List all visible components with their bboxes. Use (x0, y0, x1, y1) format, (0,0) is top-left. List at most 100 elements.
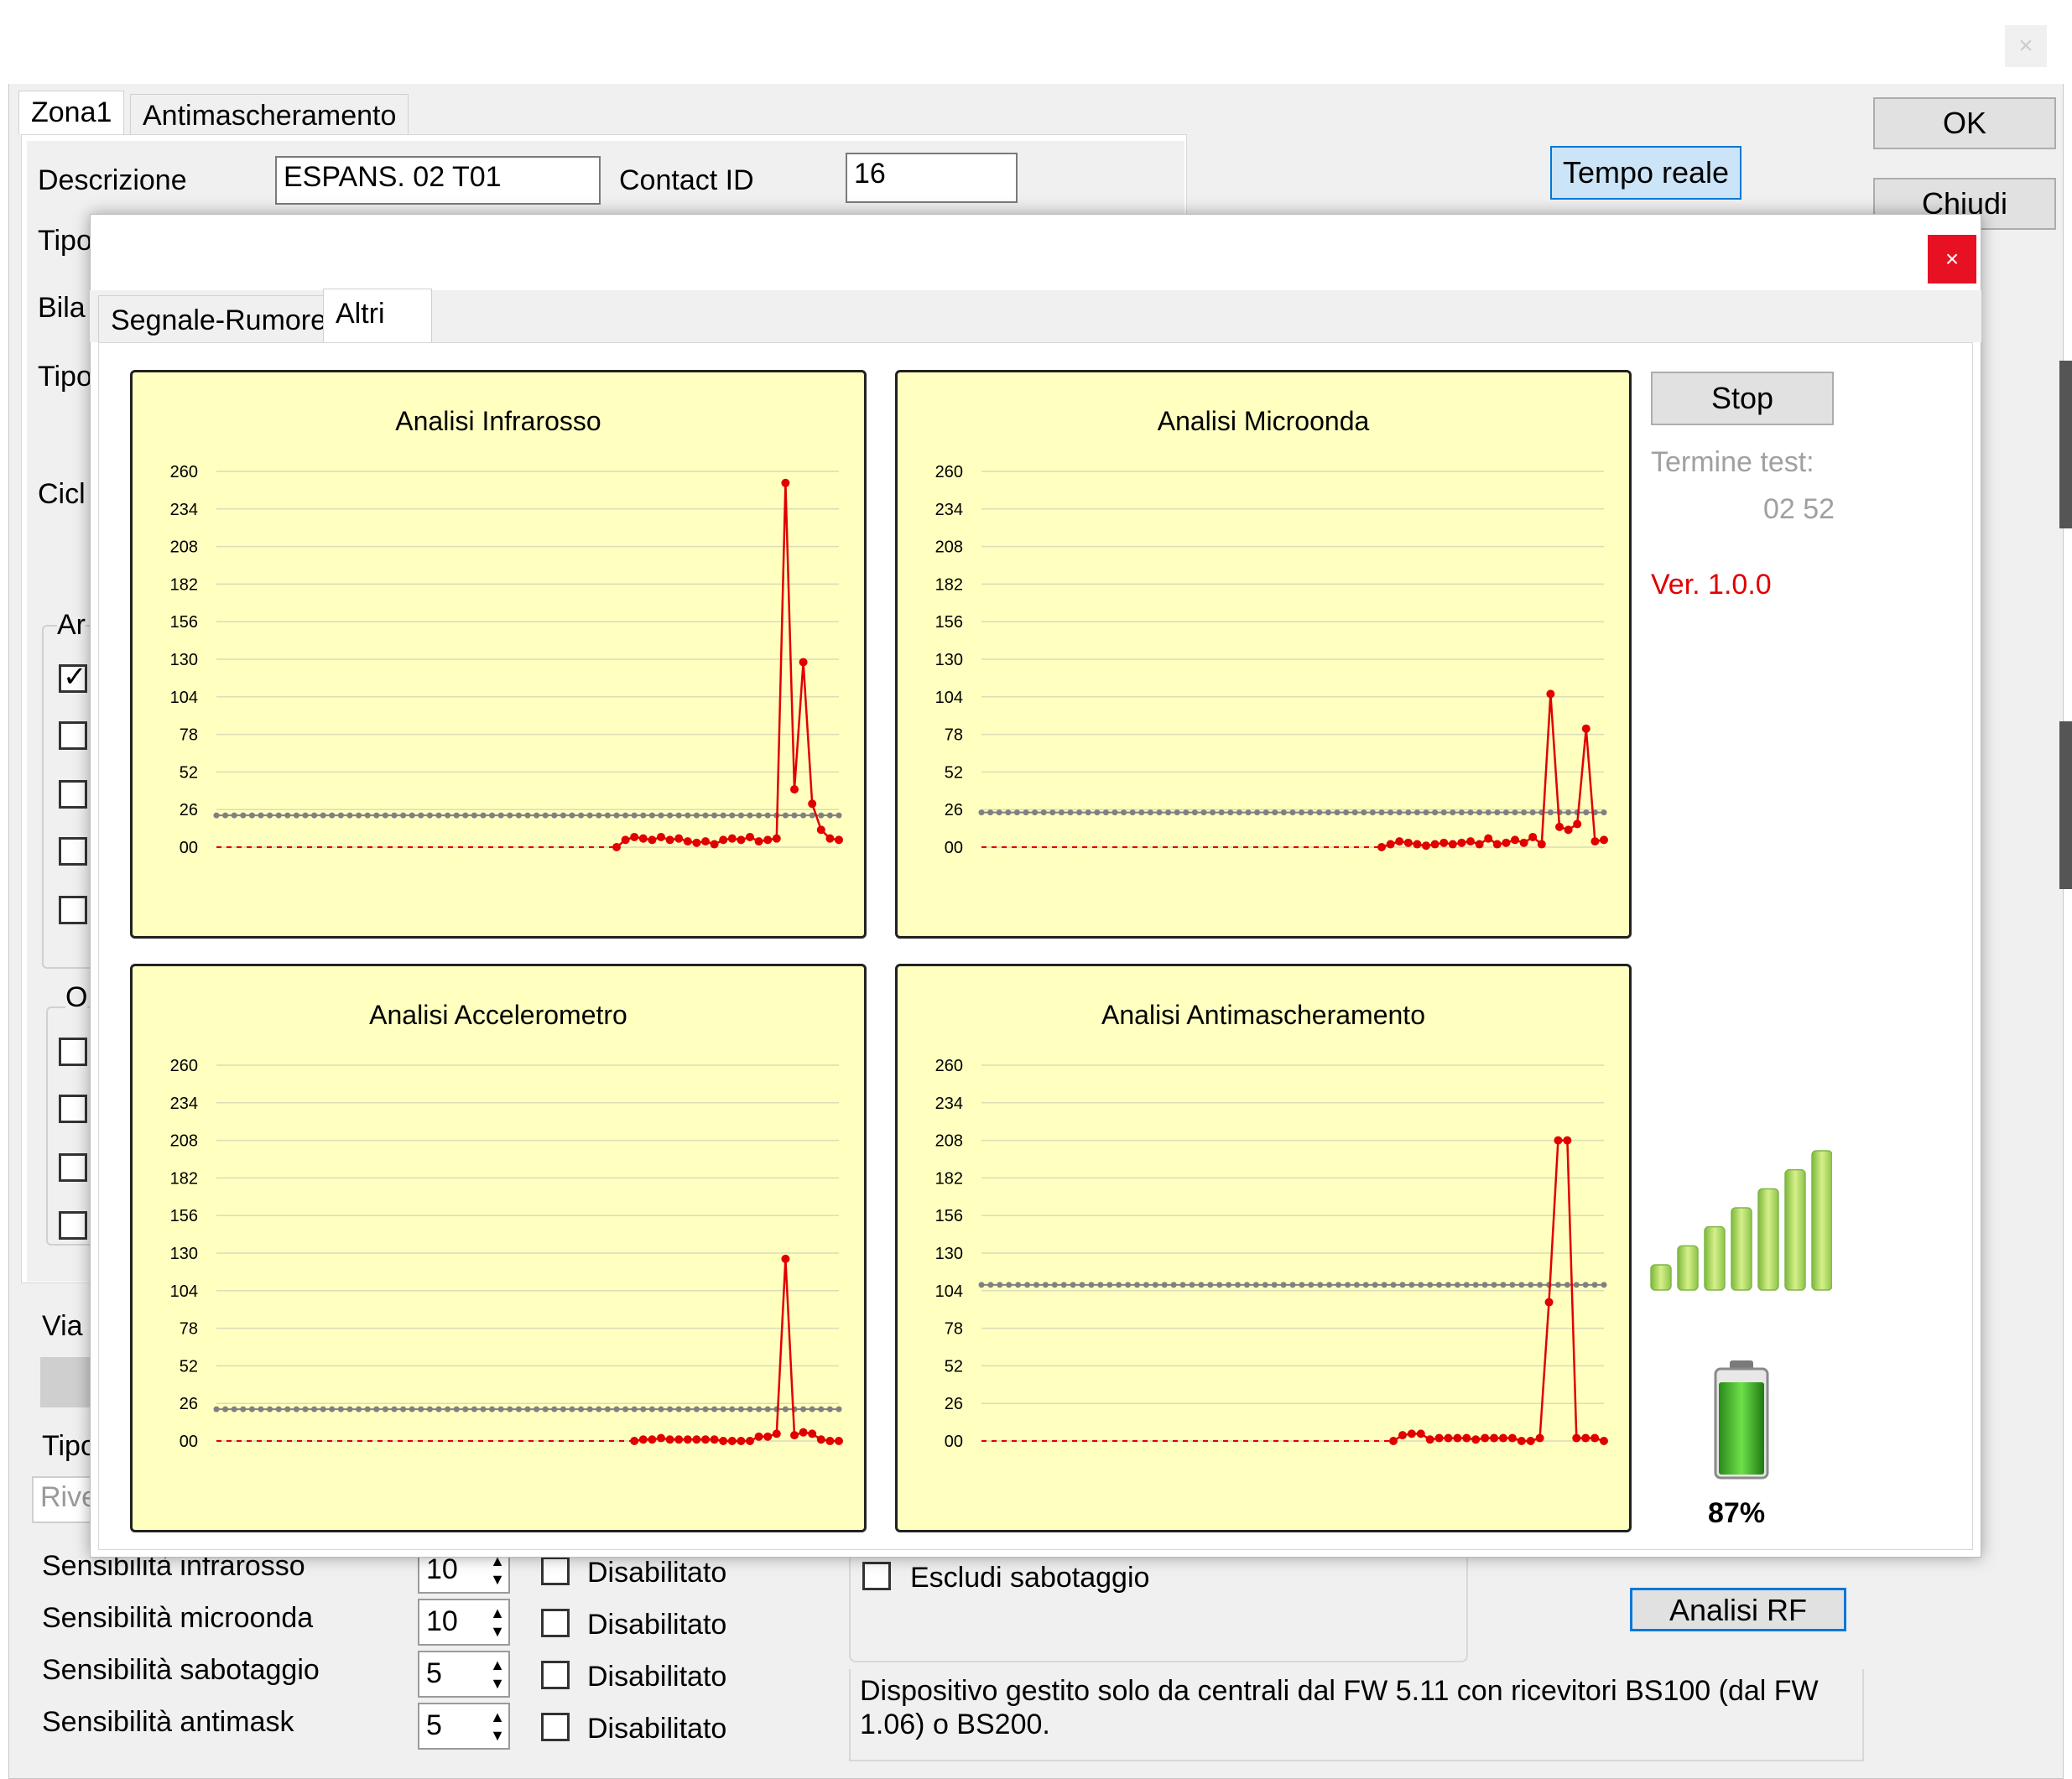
sensitivity-antimask-disabled-checkbox[interactable] (541, 1713, 570, 1741)
rf-analysis-button[interactable]: Analisi RF (1630, 1588, 1846, 1631)
threshold-point (1476, 809, 1483, 816)
y-tick-label: 26 (180, 801, 198, 819)
threshold-point (747, 812, 753, 819)
stop-button[interactable]: Stop (1651, 372, 1834, 425)
y-tick-label: 00 (945, 839, 963, 857)
sensitivity-mw-disabled-checkbox[interactable] (541, 1609, 570, 1637)
spin-arrows-icon[interactable]: ▲ ▼ (490, 1656, 505, 1693)
threshold-point (1361, 809, 1367, 816)
checkbox-2[interactable] (59, 721, 87, 750)
data-point (710, 1435, 719, 1444)
threshold-point (1583, 809, 1590, 816)
y-tick-label: 00 (180, 1433, 198, 1451)
partial-button[interactable] (40, 1357, 91, 1407)
threshold-point (445, 812, 451, 819)
realtime-button[interactable]: Tempo reale (1550, 146, 1741, 200)
chart-accelerometer-plot: 260 234 208 182 156 130 104 78 52 26 00 (170, 1057, 843, 1451)
threshold-point (1372, 1282, 1378, 1288)
threshold-point (1106, 1282, 1113, 1288)
data-point (648, 1435, 657, 1444)
exclude-tamper-checkbox[interactable] (862, 1562, 891, 1590)
checkbox-3[interactable] (59, 780, 87, 809)
data-point (781, 1254, 790, 1263)
data-point (612, 843, 621, 851)
sensitivity-tamper-stepper[interactable]: 5 ▲ ▼ (418, 1651, 510, 1698)
ok-button[interactable]: OK (1873, 97, 2056, 149)
data-point (1590, 1433, 1600, 1443)
chart-antimasking-plot: 260 234 208 182 156 130 104 78 52 26 00 (935, 1057, 1608, 1451)
threshold-point (604, 812, 611, 819)
threshold-point (409, 812, 415, 819)
sensitivity-mw-stepper[interactable]: 10 ▲ ▼ (418, 1599, 510, 1646)
battery-icon (1714, 1360, 1769, 1480)
threshold-point (631, 812, 638, 819)
checkbox-7[interactable] (59, 1095, 87, 1123)
threshold-point (497, 1406, 504, 1412)
checkbox-5[interactable] (59, 896, 87, 924)
receiver-dropdown[interactable]: Rive (32, 1476, 99, 1523)
description-input[interactable]: ESPANS. 02 T01 (275, 156, 601, 205)
threshold-point (426, 1406, 433, 1412)
threshold-point (542, 1406, 549, 1412)
threshold-point (409, 1406, 415, 1412)
popup-close-icon[interactable]: × (1928, 235, 1976, 283)
type-label-2: Tipo (38, 361, 92, 393)
data-point (638, 1435, 648, 1444)
data-point (1581, 1433, 1590, 1443)
battery-percent: 87% (1708, 1497, 1766, 1529)
threshold-point (1521, 809, 1528, 816)
data-point (1572, 1433, 1581, 1443)
y-tick-label: 130 (935, 651, 963, 669)
threshold-point (1252, 1282, 1259, 1288)
threshold-point (818, 812, 825, 819)
threshold-point (720, 1406, 726, 1412)
threshold-point (622, 1406, 629, 1412)
threshold-point (1335, 1282, 1342, 1288)
threshold-point (631, 1406, 638, 1412)
checkbox-6[interactable] (59, 1038, 87, 1066)
checkbox-1[interactable]: ✓ (59, 661, 87, 693)
tab-segnale-rumore[interactable]: Segnale-Rumore (98, 295, 340, 342)
tab-zona1[interactable]: Zona1 (18, 91, 125, 134)
data-point (701, 837, 710, 846)
threshold-point (604, 1406, 611, 1412)
sensitivity-tamper-disabled-checkbox[interactable] (541, 1661, 570, 1689)
group-box-2-title: O (65, 981, 88, 1014)
sensitivity-antimask-disabled-label: Disabilitato (587, 1713, 727, 1745)
y-tick-label: 156 (935, 613, 963, 632)
spin-arrows-icon[interactable]: ▲ ▼ (490, 1604, 505, 1641)
checkbox-9[interactable] (59, 1211, 87, 1240)
threshold-point (302, 812, 309, 819)
threshold-point (782, 812, 789, 819)
threshold-point (1111, 809, 1118, 816)
checkbox-4[interactable] (59, 837, 87, 866)
threshold-point (275, 812, 282, 819)
threshold-point (373, 812, 380, 819)
threshold-point (426, 812, 433, 819)
threshold-point (346, 812, 353, 819)
tab-altri[interactable]: Altri (323, 289, 432, 344)
data-point (1466, 837, 1475, 846)
threshold-point (1191, 809, 1198, 816)
threshold-point (1262, 809, 1269, 816)
threshold-point (1243, 1282, 1250, 1288)
data-point (1537, 840, 1546, 849)
threshold-point (1458, 809, 1465, 816)
data-point (1528, 832, 1538, 841)
checkbox-8[interactable] (59, 1153, 87, 1182)
data-point (799, 1428, 808, 1437)
y-tick-label: 130 (935, 1245, 963, 1263)
sensitivity-ir-disabled-checkbox[interactable] (541, 1557, 570, 1585)
threshold-point (400, 1406, 407, 1412)
window-close-icon[interactable]: × (2005, 25, 2047, 67)
threshold-point (613, 812, 620, 819)
sensitivity-antimask-stepper[interactable]: 5 ▲ ▼ (418, 1703, 510, 1750)
contact-id-input[interactable]: 16 (846, 153, 1018, 203)
data-point (781, 478, 790, 487)
tab-antimascheramento[interactable]: Antimascheramento (130, 94, 409, 136)
data-point (1546, 689, 1555, 699)
threshold-point (1280, 1282, 1287, 1288)
data-point (825, 1437, 835, 1445)
spin-arrows-icon[interactable]: ▲ ▼ (490, 1708, 505, 1745)
data-point (674, 1435, 684, 1444)
